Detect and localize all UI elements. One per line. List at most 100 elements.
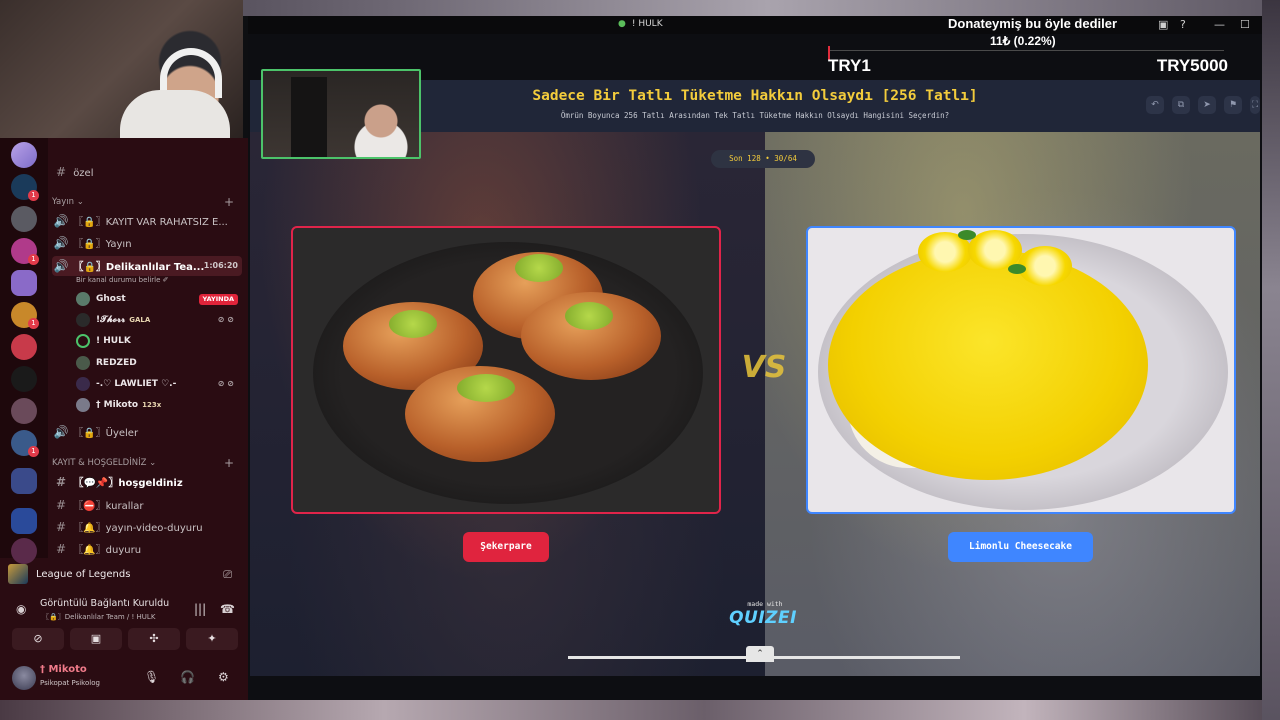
gear-icon[interactable]: ⚙: [218, 670, 229, 684]
mint-leaf: [1008, 264, 1026, 274]
activities-button[interactable]: ✣: [128, 628, 180, 650]
choice-button-right[interactable]: Limonlu Cheesecake: [948, 532, 1093, 562]
soundboard-icon[interactable]: |||: [194, 602, 206, 616]
doorway-shape: [291, 77, 327, 157]
stream-icon[interactable]: ⎚: [223, 560, 232, 590]
headphones-icon[interactable]: 🎧: [180, 670, 195, 684]
voice-channel[interactable]: 🔊 〖🔒〗Üyeler: [52, 422, 242, 442]
pistachio-shape: [457, 374, 515, 402]
mint-leaf: [958, 230, 976, 240]
speaker-icon: 🔊: [53, 214, 69, 228]
maximize-icon[interactable]: ☐: [1240, 18, 1250, 31]
hash-icon: #: [55, 520, 67, 534]
status-dot-icon: ●: [618, 19, 626, 29]
text-channel[interactable]: # 〖🔔〗yayın-video-duyuru: [52, 517, 242, 537]
hash-icon: #: [55, 498, 67, 512]
voice-member[interactable]: REDZED: [76, 353, 242, 373]
server-icon[interactable]: [11, 366, 37, 392]
text-channel[interactable]: # 〖🔔〗duyuru: [52, 539, 242, 557]
browser-window: ●! HULK ▣ ? — ☐ Donateymiş bu öyle dedil…: [248, 16, 1262, 700]
lemon-slice: [1018, 246, 1072, 286]
share-icon[interactable]: ➤: [1198, 96, 1216, 114]
server-icon[interactable]: [11, 334, 37, 360]
fullscreen-icon[interactable]: ⛶: [1250, 96, 1260, 114]
made-with-label: made with: [747, 600, 783, 608]
server-icon[interactable]: [11, 398, 37, 424]
notification-badge: 1: [28, 446, 39, 457]
soundboard-button[interactable]: ✦: [186, 628, 238, 650]
avatar: [76, 355, 90, 370]
quiz-page: Sadece Bir Tatlı Tüketme Hakkın Olsaydı …: [250, 80, 1260, 676]
activity-bar[interactable]: League of Legends ⎚: [8, 560, 240, 590]
server-icon[interactable]: [11, 468, 37, 494]
text-channel[interactable]: # 〖⛔〗kurallar: [52, 495, 242, 515]
cake-shape: [828, 250, 1148, 480]
choice-card-right[interactable]: [806, 226, 1236, 514]
window-title: ●! HULK: [618, 19, 663, 29]
stream-overlay-right: [1262, 0, 1280, 720]
voice-member[interactable]: !𝓣𝓱𝓸𝓻𝓻 GALA ⊘ ⊘: [76, 310, 242, 330]
avatar: [76, 397, 90, 412]
live-badge: YAYINDA: [198, 294, 238, 305]
choice-button-left[interactable]: Şekerpare: [463, 532, 549, 562]
hash-icon: #: [55, 475, 67, 489]
notification-badge: 1: [28, 318, 39, 329]
link-icon[interactable]: ⧉: [1172, 96, 1190, 114]
screen-share-button[interactable]: ▣: [70, 628, 122, 650]
stream-overlay-bottom: [0, 700, 1280, 720]
speaker-icon: 🔊: [53, 236, 69, 250]
avatar: [76, 312, 90, 327]
voice-channel[interactable]: 🔊 〖🔒〗KAYIT VAR RAHATSIZ E...: [52, 211, 242, 231]
donation-min: TRY1: [828, 56, 871, 75]
server-icon[interactable]: [11, 508, 37, 534]
versus-label: VS: [741, 350, 787, 385]
voice-member[interactable]: -.♡ LAWLIET ♡.- ⊘ ⊘: [76, 374, 242, 394]
muted-icons: ⊘ ⊘: [217, 315, 234, 324]
add-channel-icon[interactable]: +: [224, 192, 234, 212]
notification-badge: 1: [28, 190, 39, 201]
donation-goal: Donateymiş bu öyle dediler 11₺ (0.22%) T…: [828, 16, 1228, 80]
voice-member[interactable]: ! HULK: [76, 331, 242, 351]
disconnect-icon[interactable]: ☎: [220, 602, 235, 616]
microphone-icon[interactable]: 🎙: [144, 670, 159, 684]
category-yayin[interactable]: Yayın ⌄ +: [52, 192, 242, 212]
call-timer: 1:06:20: [203, 261, 238, 270]
inset-webcam: [261, 69, 421, 159]
donation-title: Donateymiş bu öyle dediler: [948, 16, 1118, 31]
streamer-webcam: [0, 0, 243, 138]
choice-card-left[interactable]: [291, 226, 721, 514]
notification-badge: 1: [28, 254, 39, 265]
avatar[interactable]: [12, 666, 36, 690]
voice-channel[interactable]: 🔊 〖🔒〗Yayın: [52, 233, 242, 253]
chevron-up-icon[interactable]: ⌃: [746, 646, 774, 662]
server-icon[interactable]: [11, 206, 37, 232]
shirt-shape: [120, 90, 230, 138]
hash-icon: #: [55, 542, 67, 556]
donation-max: TRY5000: [1156, 56, 1228, 75]
voice-controls: ⊘ ▣ ✣ ✦: [8, 628, 240, 652]
hash-icon: #: [55, 165, 67, 179]
brand-logo[interactable]: QUIZEI: [728, 608, 798, 628]
add-channel-icon[interactable]: +: [224, 453, 234, 473]
voice-channel-active[interactable]: 🔊 〖🔒〗Delikanlılar Tea... 1:06:20: [52, 256, 242, 276]
text-channel[interactable]: # 〖💬📌〗hoşgeldiniz: [52, 472, 242, 492]
speaker-icon: 🔊: [53, 259, 69, 273]
round-indicator: Son 128 • 30/64: [711, 150, 815, 168]
voice-connection-panel: ◉ Görüntülü Bağlantı Kuruldu 〖🔒〗Delikanl…: [16, 598, 235, 621]
avatar: [76, 376, 90, 391]
speaker-icon: 🔊: [53, 425, 69, 439]
signal-icon: ◉: [16, 602, 27, 616]
channel-ozel[interactable]: # özel: [52, 162, 242, 182]
undo-icon[interactable]: ↶: [1146, 96, 1164, 114]
category-kayit[interactable]: KAYIT & HOŞGELDİNİZ ⌄ +: [52, 453, 242, 473]
camera-off-button[interactable]: ⊘: [12, 628, 64, 650]
server-icon[interactable]: [11, 142, 37, 168]
flag-icon[interactable]: ⚑: [1224, 96, 1242, 114]
voice-member[interactable]: Ghost YAYINDA: [76, 289, 242, 309]
channel-status-note[interactable]: Bir kanal durumu belirle ✐: [76, 276, 169, 284]
pistachio-shape: [565, 302, 613, 330]
avatar: [76, 291, 90, 306]
pistachio-shape: [515, 254, 563, 282]
server-icon[interactable]: [11, 270, 37, 296]
voice-member[interactable]: † Mikoto 123x: [76, 395, 242, 415]
